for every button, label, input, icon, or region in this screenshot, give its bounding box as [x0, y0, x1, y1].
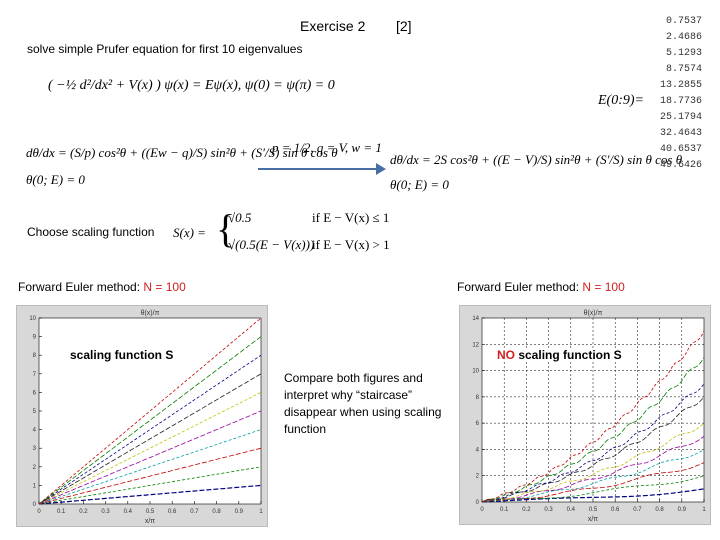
heading-text: Forward Euler method:: [457, 280, 583, 294]
x-tick-label: 0.5: [146, 509, 155, 515]
x-tick-label: 0.4: [567, 507, 576, 513]
eigenvalue: 25.1794: [659, 112, 702, 123]
x-tick-label: 0.7: [633, 507, 642, 513]
subtitle: solve simple Prufer equation for first 1…: [27, 42, 303, 56]
eigenvalue-list: 0.7537 2.4686 5.1293 8.7574 13.2855 18.7…: [650, 14, 702, 174]
y-tick-label: 6: [476, 421, 480, 427]
eigenvalue-label: E(0:9)=: [598, 93, 644, 108]
x-tick-label: 0.7: [190, 509, 199, 515]
heading-n: N = 100: [582, 280, 625, 294]
arrow-icon: [376, 163, 386, 175]
y-tick-label: 5: [33, 409, 37, 415]
y-tick-label: 0: [476, 500, 480, 506]
arrow-line: [258, 168, 378, 170]
parameters: p = 1/2, q = V, w = 1: [272, 140, 382, 155]
heading-n: N = 100: [143, 280, 186, 294]
x-tick-label: 0.3: [544, 507, 553, 513]
x-tick-label: 0.9: [235, 509, 244, 515]
eigenvalue: 49.6426: [659, 160, 702, 171]
reference: [2]: [396, 18, 412, 34]
y-tick-label: 4: [33, 428, 37, 434]
x-tick-label: 1: [259, 509, 263, 515]
left-heading: Forward Euler method: N = 100: [18, 280, 186, 294]
x-tick-label: 0.6: [611, 507, 620, 513]
right-plot: θ(x)/πx/π0 0.1 0.2 0.3 0.4 0.5 0.6 0.7 0.8 0.9 102…: [459, 305, 711, 525]
x-axis-label: x/π: [588, 516, 598, 523]
x-tick-label: 1: [702, 507, 706, 513]
eigenvalue: 5.1293: [665, 48, 702, 59]
eigenvalue: 18.7736: [659, 96, 702, 107]
heading-text: Forward Euler method:: [18, 280, 144, 294]
y-tick-label: 12: [472, 342, 479, 348]
eigenvalue: 0.7537: [665, 16, 702, 27]
y-tick-label: 10: [472, 369, 479, 375]
y-tick-label: 3: [33, 446, 37, 452]
x-tick-label: 0.3: [101, 509, 110, 515]
y-tick-label: 14: [472, 316, 479, 322]
slide-title: Exercise 2: [300, 18, 366, 34]
case1-condition: if E − V(x) ≤ 1: [312, 210, 390, 225]
x-tick-label: 0.4: [124, 509, 133, 515]
x-tick-label: 0.2: [522, 507, 531, 513]
no-label: NO: [497, 348, 515, 362]
x-tick-label: 0.1: [57, 509, 66, 515]
x-tick-label: 0.5: [589, 507, 598, 513]
right-heading: Forward Euler method: N = 100: [457, 280, 625, 294]
scaling-label: Choose scaling function: [27, 225, 155, 239]
y-tick-label: 4: [476, 447, 480, 453]
x-tick-label: 0.2: [79, 509, 88, 515]
left-annotation: scaling function S: [70, 348, 174, 362]
x-tick-label: 0.9: [678, 507, 687, 513]
prufer-general-bc: θ(0; E) = 0: [26, 172, 85, 187]
case1: √0.5: [228, 210, 252, 225]
x-axis-label: x/π: [145, 518, 155, 525]
y-tick-label: 2: [33, 465, 37, 471]
eigenvalue: 32.4643: [659, 128, 702, 139]
right-annotation: NO scaling function S: [497, 348, 622, 362]
eigenvalue: 40.6537: [659, 144, 702, 155]
case2: √(0.5(E − V(x))): [228, 237, 315, 252]
y-tick-label: 2: [476, 474, 480, 480]
y-tick-label: 10: [29, 316, 36, 322]
x-tick-label: 0.6: [168, 509, 177, 515]
annotation-text: scaling function S: [515, 348, 622, 362]
prufer-specific-bc: θ(0; E) = 0: [390, 177, 449, 192]
x-tick-label: 0: [37, 509, 41, 515]
y-tick-label: 8: [33, 353, 37, 359]
x-tick-label: 0: [480, 507, 484, 513]
y-tick-label: 9: [33, 335, 37, 341]
prufer-specific-equation: dθ/dx = 2S cos²θ + ((E − V)/S) sin²θ + (…: [390, 152, 683, 167]
eigenvalue: 2.4686: [665, 32, 702, 43]
eigenvalue: 13.2855: [659, 80, 702, 91]
y-tick-label: 7: [33, 372, 37, 378]
x-tick-label: 0.8: [212, 509, 221, 515]
x-tick-label: 0.8: [655, 507, 664, 513]
eigenvalue: 8.7574: [665, 64, 702, 75]
instruction-note: Compare both figures and interpret why “…: [284, 371, 442, 436]
chart-title: θ(x)/π: [141, 310, 160, 317]
schrodinger-equation: ( −½ d²/dx² + V(x) ) ψ(x) = Eψ(x), ψ(0) …: [48, 78, 335, 93]
y-tick-label: 1: [33, 483, 37, 489]
y-tick-label: 8: [476, 395, 480, 401]
y-tick-label: 6: [33, 390, 37, 396]
chart-title: θ(x)/π: [584, 310, 603, 317]
scaling-def: S(x) =: [173, 225, 206, 240]
left-plot: θ(x)/πx/π0 0.1 0.2 0.3 0.4 0.5 0.6 0.7 0.8 0.9 101…: [16, 305, 268, 527]
x-tick-label: 0.1: [500, 507, 509, 513]
y-tick-label: 0: [33, 502, 37, 508]
case2-condition: if E − V(x) > 1: [312, 237, 390, 252]
